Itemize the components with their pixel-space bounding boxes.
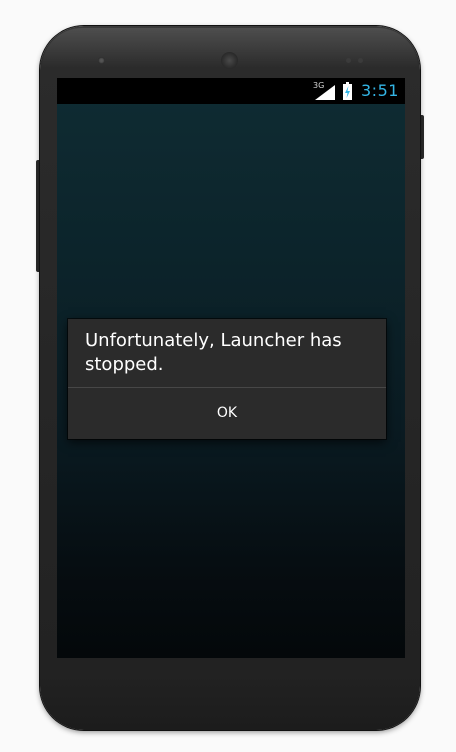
battery-charging-icon: [343, 82, 352, 100]
page: 3G 3:51 Unfortunately, Launcher has stop…: [0, 0, 456, 752]
device-screen: 3G 3:51 Unfortunately, Launcher has stop…: [57, 78, 405, 658]
dialog-message: Unfortunately, Launcher has stopped.: [85, 330, 342, 375]
proximity-sensor-icon: [346, 58, 351, 63]
status-bar: 3G 3:51: [57, 78, 405, 104]
light-sensor-icon: [358, 58, 363, 63]
front-camera-icon: [98, 57, 105, 64]
earpiece-speaker-icon: [221, 52, 238, 69]
clock: 3:51: [361, 81, 399, 100]
ok-button[interactable]: OK: [68, 388, 386, 439]
signal-icon: [315, 85, 335, 100]
error-dialog: Unfortunately, Launcher has stopped. OK: [68, 319, 386, 439]
